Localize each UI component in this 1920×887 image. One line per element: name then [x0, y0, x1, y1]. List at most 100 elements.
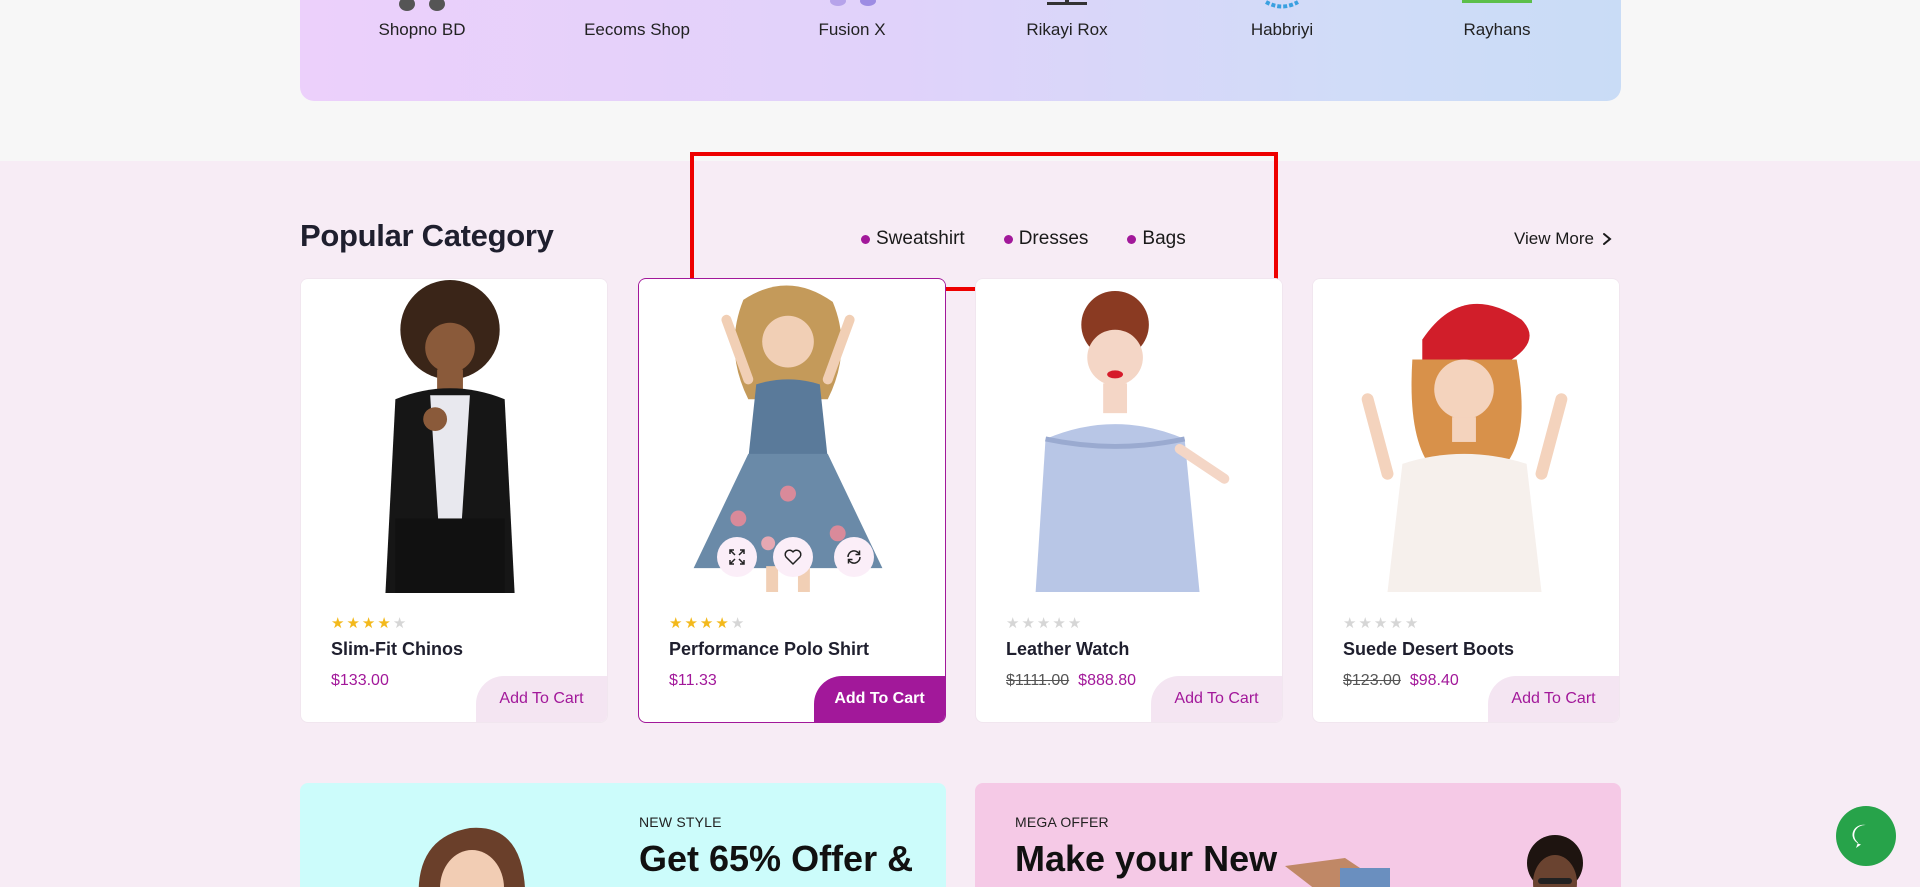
tab-dresses[interactable]: Dresses [1003, 228, 1089, 250]
star-icon: ★ [1404, 615, 1419, 632]
brand-rayhans[interactable]: Rayhans [1407, 0, 1587, 101]
star-icon: ★ [730, 615, 745, 632]
old-price: $1111.00 [1006, 672, 1070, 689]
chat-button[interactable] [1836, 806, 1896, 866]
product-card[interactable]: ★ ★ ★ ★ ★ Suede Desert Boots $123.00 $98… [1312, 278, 1620, 723]
brand-name: Fusion X [818, 20, 886, 39]
brand-logo [830, 0, 876, 6]
product-price: $11.33 [669, 672, 717, 690]
star-icon: ★ [392, 615, 407, 632]
star-icon: ★ [1036, 615, 1051, 632]
tab-label: Dresses [1018, 228, 1089, 249]
add-to-cart-button[interactable]: Add To Cart [1488, 676, 1619, 722]
current-price: $133.00 [331, 672, 389, 689]
add-to-cart-button[interactable]: Add To Cart [814, 676, 945, 722]
category-tabs: Sweatshirt Dresses Bags [861, 228, 1186, 250]
add-to-cart-button[interactable]: Add To Cart [476, 676, 607, 722]
star-icon: ★ [715, 615, 729, 632]
chat-icon [1852, 824, 1866, 848]
product-price: $133.00 [331, 672, 389, 690]
brand-logo [1047, 0, 1087, 5]
star-icon: ★ [1358, 615, 1372, 632]
product-price: $123.00 $98.40 [1343, 672, 1459, 690]
star-icon: ★ [1006, 615, 1020, 632]
star-icon: ★ [1067, 615, 1082, 632]
brand-logo [399, 0, 445, 11]
star-icon: ★ [331, 615, 345, 632]
promo-headline: Make your New [1015, 838, 1278, 879]
star-icon: ★ [361, 615, 376, 632]
brand-name: Habbriyi [1250, 20, 1314, 39]
star-icon: ★ [1021, 615, 1035, 632]
brand-eecoms-shop[interactable]: Eecoms Shop [547, 0, 727, 101]
current-price: $11.33 [669, 672, 717, 689]
tab-label: Bags [1142, 228, 1186, 249]
rating-stars: ★ ★ ★ ★ ★ [331, 616, 406, 631]
brand-shopno-bd[interactable]: Shopno BD [332, 0, 512, 101]
heart-icon [784, 549, 802, 565]
product-card[interactable]: ★ ★ ★ ★ ★ Performance Polo Shirt $11.33 … [638, 278, 946, 723]
product-image [301, 280, 607, 593]
compare-button[interactable] [834, 537, 874, 577]
product-name[interactable]: Leather Watch [1006, 639, 1129, 660]
promo-banner-new-style[interactable]: NEW STYLE Get 65% Offer & [300, 783, 946, 887]
old-price: $123.00 [1343, 672, 1401, 689]
star-icon: ★ [684, 615, 698, 632]
product-name[interactable]: Suede Desert Boots [1343, 639, 1514, 660]
star-icon: ★ [377, 615, 391, 632]
brand-rikayi-rox[interactable]: Rikayi Rox [977, 0, 1157, 101]
star-icon: ★ [1052, 615, 1066, 632]
tab-dot [1003, 234, 1013, 244]
promo-eyebrow: MEGA OFFER [1015, 814, 1109, 830]
view-more-label: View More [1514, 229, 1594, 248]
current-price: $888.80 [1078, 672, 1137, 689]
brand-name: Rikayi Rox [1026, 20, 1108, 39]
refresh-icon [847, 550, 861, 564]
promo-headline: Get 65% Offer & [639, 838, 914, 879]
add-to-cart-button[interactable]: Add To Cart [1151, 676, 1282, 722]
tab-label: Sweatshirt [876, 228, 965, 249]
annotation-highlight-box [690, 152, 1278, 291]
product-image [976, 280, 1282, 592]
view-more-link[interactable]: View More [1514, 229, 1612, 249]
star-icon: ★ [1373, 615, 1388, 632]
rating-stars: ★ ★ ★ ★ ★ [1343, 616, 1418, 631]
brand-fusion-x[interactable]: Fusion X [762, 0, 942, 101]
promo-hand-image [1285, 858, 1390, 887]
rating-stars: ★ ★ ★ ★ ★ [669, 616, 744, 631]
promo-eyebrow: NEW STYLE [639, 814, 722, 830]
chevron-right-icon [1603, 233, 1612, 245]
quick-view-button[interactable] [717, 537, 757, 577]
product-card[interactable]: ★ ★ ★ ★ ★ Leather Watch $1111.00 $888.80… [975, 278, 1283, 723]
promo-model-image [418, 827, 525, 887]
star-icon: ★ [1343, 615, 1357, 632]
star-icon: ★ [1389, 615, 1403, 632]
brand-name: Eecoms Shop [584, 20, 690, 39]
promo-banner-mega-offer[interactable]: MEGA OFFER Make your New [975, 783, 1621, 887]
tab-dot [1127, 234, 1137, 244]
brand-band: Shopno BD Eecoms Shop Fusion X Rikayi Ro… [300, 0, 1621, 101]
wishlist-button[interactable] [773, 537, 813, 577]
popular-category-section: Popular Category Sweatshirt Dresses Bags… [0, 152, 1920, 887]
section-title: Popular Category [300, 218, 554, 253]
product-name[interactable]: Slim-Fit Chinos [331, 639, 463, 660]
brand-name: Shopno BD [378, 20, 466, 39]
star-icon: ★ [346, 615, 360, 632]
brand-habbriyi[interactable]: Habbriyi [1192, 0, 1372, 101]
brand-logo [1265, 0, 1299, 9]
star-icon: ★ [669, 615, 683, 632]
expand-icon [729, 549, 745, 565]
current-price: $98.40 [1409, 672, 1459, 689]
promo-model-image [1527, 835, 1583, 887]
product-image [1313, 280, 1619, 592]
product-card[interactable]: ★ ★ ★ ★ ★ Slim-Fit Chinos $133.00 Add To… [300, 278, 608, 723]
tab-bags[interactable]: Bags [1127, 228, 1186, 250]
rating-stars: ★ ★ ★ ★ ★ [1006, 616, 1081, 631]
product-name[interactable]: Performance Polo Shirt [669, 639, 869, 660]
brand-section: Shopno BD Eecoms Shop Fusion X Rikayi Ro… [0, 0, 1920, 161]
star-icon: ★ [699, 615, 714, 632]
tab-dot [861, 234, 870, 244]
brand-logo [1462, 0, 1532, 3]
product-price: $1111.00 $888.80 [1006, 672, 1136, 690]
tab-sweatshirt[interactable]: Sweatshirt [861, 228, 965, 250]
